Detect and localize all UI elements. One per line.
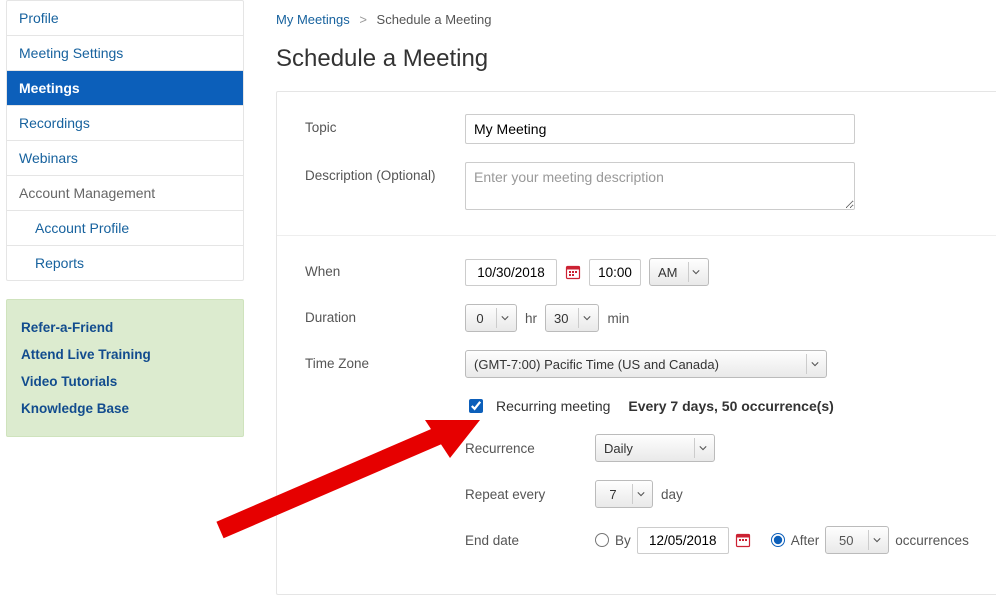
chevron-down-icon (806, 354, 822, 374)
sidebar-item-meeting-settings[interactable]: Meeting Settings (7, 36, 243, 71)
help-box: Refer-a-Friend Attend Live Training Vide… (6, 299, 244, 437)
repeat-value: 7 (604, 487, 628, 502)
topic-input[interactable] (465, 114, 855, 144)
sidebar-item-account-profile[interactable]: Account Profile (7, 211, 243, 246)
description-label: Description (Optional) (305, 162, 465, 183)
enddate-by-radio[interactable] (595, 533, 609, 547)
enddate-by-input[interactable] (637, 527, 729, 554)
sidebar-item-profile[interactable]: Profile (7, 1, 243, 36)
enddate-label: End date (465, 533, 595, 548)
sidebar-item-recordings[interactable]: Recordings (7, 106, 243, 141)
duration-hr-select[interactable]: 0 (465, 304, 517, 332)
when-label: When (305, 258, 465, 279)
duration-hr-unit: hr (525, 311, 537, 326)
breadcrumb-current: Schedule a Meeting (377, 12, 492, 27)
sidebar-item-webinars[interactable]: Webinars (7, 141, 243, 176)
timezone-value: (GMT-7:00) Pacific Time (US and Canada) (474, 357, 725, 372)
when-ampm-value: AM (658, 265, 684, 280)
repeat-label: Repeat every (465, 487, 595, 502)
recurring-label: Recurring meeting (496, 398, 610, 414)
enddate-after-value: 50 (834, 533, 864, 548)
duration-label: Duration (305, 304, 465, 325)
timezone-select[interactable]: (GMT-7:00) Pacific Time (US and Canada) (465, 350, 827, 378)
sidebar-item-meetings[interactable]: Meetings (7, 71, 243, 106)
page-title: Schedule a Meeting (276, 45, 996, 73)
enddate-occurrences-label: occurrences (895, 533, 969, 548)
chevron-down-icon (868, 530, 884, 550)
form-card: Topic Description (Optional) When (276, 91, 996, 595)
recurrence-label: Recurrence (465, 441, 595, 456)
calendar-icon[interactable] (565, 264, 581, 280)
help-attend-live-training[interactable]: Attend Live Training (21, 341, 229, 368)
chevron-down-icon (694, 438, 710, 458)
chevron-down-icon (632, 484, 648, 504)
recurrence-value: Daily (604, 441, 639, 456)
topic-label: Topic (305, 114, 465, 135)
repeat-value-select[interactable]: 7 (595, 480, 653, 508)
sidebar-item-reports[interactable]: Reports (7, 246, 243, 280)
sidebar-section-account: Account Management (7, 176, 243, 211)
enddate-after-select[interactable]: 50 (825, 526, 889, 554)
chevron-down-icon (688, 262, 704, 282)
repeat-unit: day (661, 487, 683, 502)
duration-min-unit: min (607, 311, 629, 326)
duration-hr-value: 0 (474, 311, 492, 326)
when-ampm-select[interactable]: AM (649, 258, 709, 286)
breadcrumb: My Meetings > Schedule a Meeting (276, 0, 996, 39)
enddate-after-label: After (791, 533, 820, 548)
when-time-input[interactable] (589, 259, 641, 286)
enddate-after-radio[interactable] (771, 533, 785, 547)
help-video-tutorials[interactable]: Video Tutorials (21, 368, 229, 395)
breadcrumb-root[interactable]: My Meetings (276, 12, 350, 27)
timezone-label: Time Zone (305, 350, 465, 371)
breadcrumb-separator: > (353, 12, 373, 27)
duration-min-select[interactable]: 30 (545, 304, 599, 332)
when-date-input[interactable] (465, 259, 557, 286)
calendar-icon[interactable] (735, 532, 751, 548)
sidebar-nav: Profile Meeting Settings Meetings Record… (6, 0, 244, 281)
description-input[interactable] (465, 162, 855, 210)
duration-min-value: 30 (554, 311, 574, 326)
chevron-down-icon (578, 308, 594, 328)
recurring-checkbox[interactable] (469, 399, 483, 413)
help-refer-a-friend[interactable]: Refer-a-Friend (21, 314, 229, 341)
recurrence-select[interactable]: Daily (595, 434, 715, 462)
enddate-by-label: By (615, 533, 631, 548)
help-knowledge-base[interactable]: Knowledge Base (21, 395, 229, 422)
recurring-summary: Every 7 days, 50 occurrence(s) (628, 398, 833, 414)
chevron-down-icon (496, 308, 512, 328)
